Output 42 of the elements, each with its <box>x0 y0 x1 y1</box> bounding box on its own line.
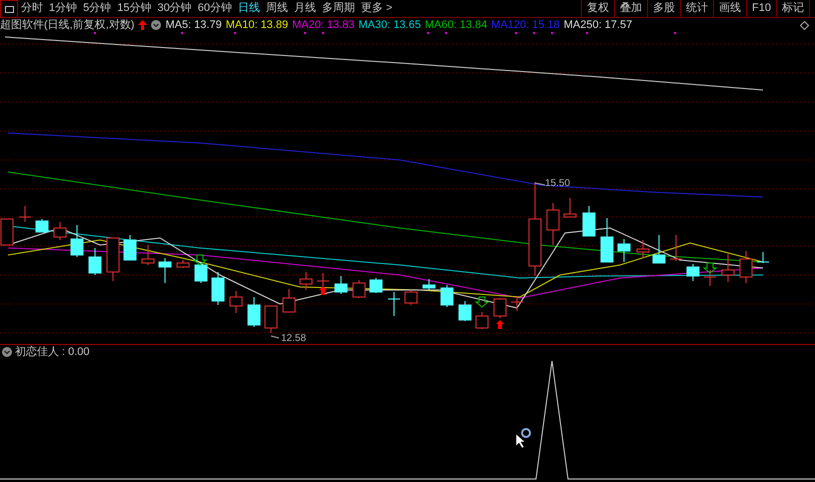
indicator-value: MA60: 13.84 <box>424 18 488 33</box>
period-tab[interactable]: 15分钟 <box>114 0 154 17</box>
chart-title: 超图软件(日线,前复权,对数) <box>0 18 134 33</box>
up-arrow-icon <box>138 20 148 30</box>
period-tab[interactable]: 月线 <box>291 0 319 17</box>
indicator-reading: : 0.00 <box>62 344 90 360</box>
toolbar-button[interactable]: 统计 <box>680 0 714 17</box>
toolbar-button[interactable]: 画线 <box>713 0 746 17</box>
toolbar-button[interactable]: 复权 <box>581 0 614 17</box>
indicator-value: MA5: 13.79 <box>165 18 222 33</box>
period-tab[interactable]: 30分钟 <box>154 0 195 17</box>
period-tab[interactable]: 日线 <box>235 0 263 17</box>
period-tab[interactable]: 多周期 <box>319 0 358 17</box>
indicator-value: MA10: 13.89 <box>226 18 288 33</box>
toolbar-button[interactable]: 标记 <box>776 0 809 17</box>
down-arrow-icon <box>192 254 208 266</box>
period-tab[interactable]: 60分钟 <box>194 0 235 17</box>
indicator-value: MA20: 13.83 <box>292 18 354 33</box>
toolbar-button[interactable]: 叠加 <box>614 0 648 17</box>
leader-line <box>534 182 546 186</box>
down-arrow-icon <box>474 296 490 308</box>
period-tab[interactable]: 1分钟 <box>46 0 80 17</box>
period-tab[interactable]: 分时 <box>18 0 46 17</box>
up-arrow-icon <box>319 286 327 295</box>
indicator-value: MA250: 17.57 <box>564 18 632 33</box>
more-menu[interactable]: 更多 > <box>358 0 396 17</box>
indicator-value: MA30: 13.65 <box>358 18 421 33</box>
down-arrow-icon <box>702 262 718 274</box>
diamond-icon[interactable] <box>800 20 809 30</box>
panel-toggle-icon[interactable] <box>0 0 18 18</box>
period-tab[interactable]: 5分钟 <box>80 0 114 17</box>
pointer-cursor-icon <box>516 428 531 448</box>
chevron-circle-icon[interactable] <box>151 20 162 30</box>
toolbar-button[interactable]: 多股 <box>647 0 680 17</box>
chevron-circle-icon[interactable] <box>2 347 12 357</box>
indicator-value: MA120: 15.18 <box>491 18 560 33</box>
toolbar-button[interactable]: F10 <box>746 0 776 17</box>
period-tab[interactable]: 周线 <box>263 0 291 17</box>
low-price-label: 12.58 <box>281 332 306 346</box>
up-arrow-icon <box>496 320 504 329</box>
leader-line <box>270 336 280 338</box>
indicator-title: 初恋佳人 <box>15 344 59 360</box>
